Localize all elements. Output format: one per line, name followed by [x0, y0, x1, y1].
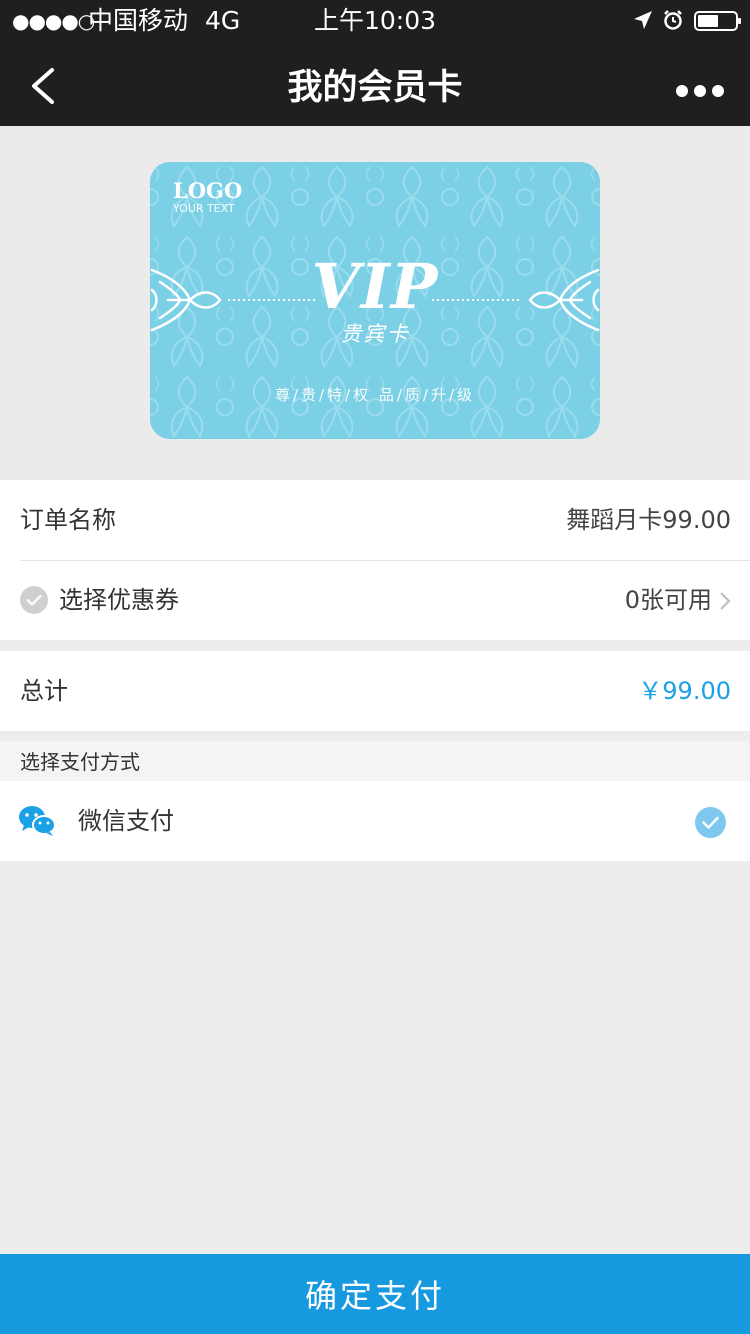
coupon-available-count: 0张可用: [624, 586, 712, 614]
coupon-row[interactable]: 选择优惠券 0张可用: [0, 560, 750, 640]
card-slogan: 尊/贵/特/权 品/质/升/级: [274, 386, 476, 404]
confirm-payment-button[interactable]: 确定支付: [0, 1254, 750, 1334]
total-amount: ￥99.00: [638, 677, 731, 705]
vip-card-image: LOGO YOUR TEXT VIP 贵宾卡 尊/贵/特/权 品/质/升/级: [150, 162, 600, 439]
alarm-icon: [664, 10, 682, 30]
nav-bar: 我的会员卡: [0, 42, 750, 126]
wechat-icon: [19, 806, 56, 836]
card-logo-text: LOGO: [173, 178, 243, 203]
card-area: LOGO YOUR TEXT VIP 贵宾卡 尊/贵/特/权 品/质/升/级: [0, 126, 750, 480]
screen: ●●●●○ 中国移动 4G 上午10:03 我的会员卡 LOGO YOUR TE…: [0, 0, 750, 1334]
card-vip-title: VIP: [311, 250, 439, 323]
payment-method-header-label: 选择支付方式: [20, 750, 140, 774]
total-label: 总计: [20, 677, 68, 705]
coupon-check-icon[interactable]: [20, 586, 48, 614]
total-row: 总计 ￥99.00: [0, 651, 750, 731]
wechat-pay-option[interactable]: 微信支付: [0, 781, 750, 861]
selected-check-icon[interactable]: [695, 807, 726, 838]
more-menu-button[interactable]: [672, 76, 728, 106]
order-section: 订单名称 舞蹈月卡99.00 选择优惠券 0张可用: [0, 480, 750, 640]
order-name-label: 订单名称: [20, 506, 116, 534]
status-bar: ●●●●○ 中国移动 4G 上午10:03: [0, 0, 750, 42]
chevron-right-icon: [720, 592, 731, 610]
total-section: 总计 ￥99.00: [0, 651, 750, 731]
coupon-label: 选择优惠券: [59, 586, 179, 614]
page-title: 我的会员卡: [287, 68, 463, 108]
card-logo-subtext: YOUR TEXT: [173, 202, 235, 215]
order-name-row: 订单名称 舞蹈月卡99.00: [0, 480, 750, 560]
battery-icon: [694, 11, 741, 31]
order-name-value: 舞蹈月卡99.00: [566, 506, 731, 534]
payment-method-header: 选择支付方式: [0, 741, 750, 781]
card-vip-subtitle: 贵宾卡: [340, 322, 410, 346]
location-icon: [634, 11, 652, 29]
wechat-pay-label: 微信支付: [78, 807, 174, 835]
